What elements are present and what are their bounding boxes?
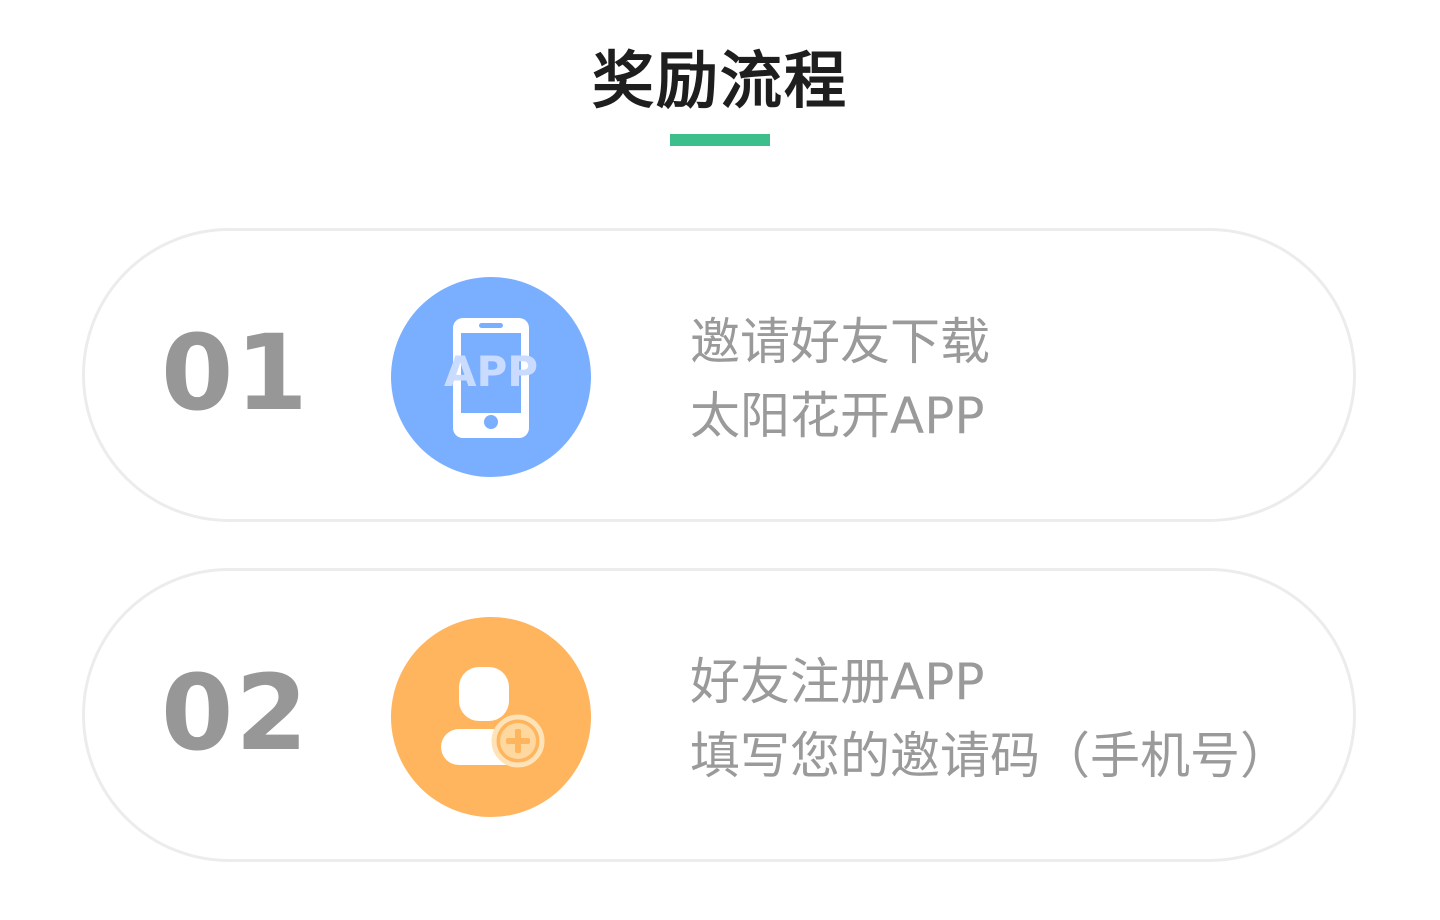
step-card-invite: 01 APP 邀请好友下载 太阳花开APP [82, 228, 1356, 522]
step-number: 02 [161, 652, 310, 774]
add-user-icon [441, 667, 545, 768]
step-line-2: 太阳花开APP [690, 387, 985, 445]
step-card-register: 02 好友注册APP 填写您的邀请码（手机号） [82, 568, 1356, 862]
title-underline [670, 134, 770, 146]
reward-process-page: 奖励流程 01 APP 邀请好友下载 太阳花开APP 02 好友注册APP 填写… [0, 0, 1440, 920]
phone-app-icon: APP [444, 318, 538, 438]
step-line-1: 好友注册APP [690, 653, 985, 711]
step-number: 01 [161, 312, 310, 434]
step-description: 邀请好友下载 太阳花开APP [690, 305, 990, 453]
page-title: 奖励流程 [591, 44, 848, 117]
step-line-2: 填写您的邀请码（手机号） [690, 727, 1290, 785]
step-icon-circle [391, 617, 591, 817]
step-icon-circle: APP [391, 277, 591, 477]
step-line-1: 邀请好友下载 [690, 313, 990, 371]
app-label: APP [444, 347, 538, 396]
step-description: 好友注册APP 填写您的邀请码（手机号） [690, 645, 1290, 793]
